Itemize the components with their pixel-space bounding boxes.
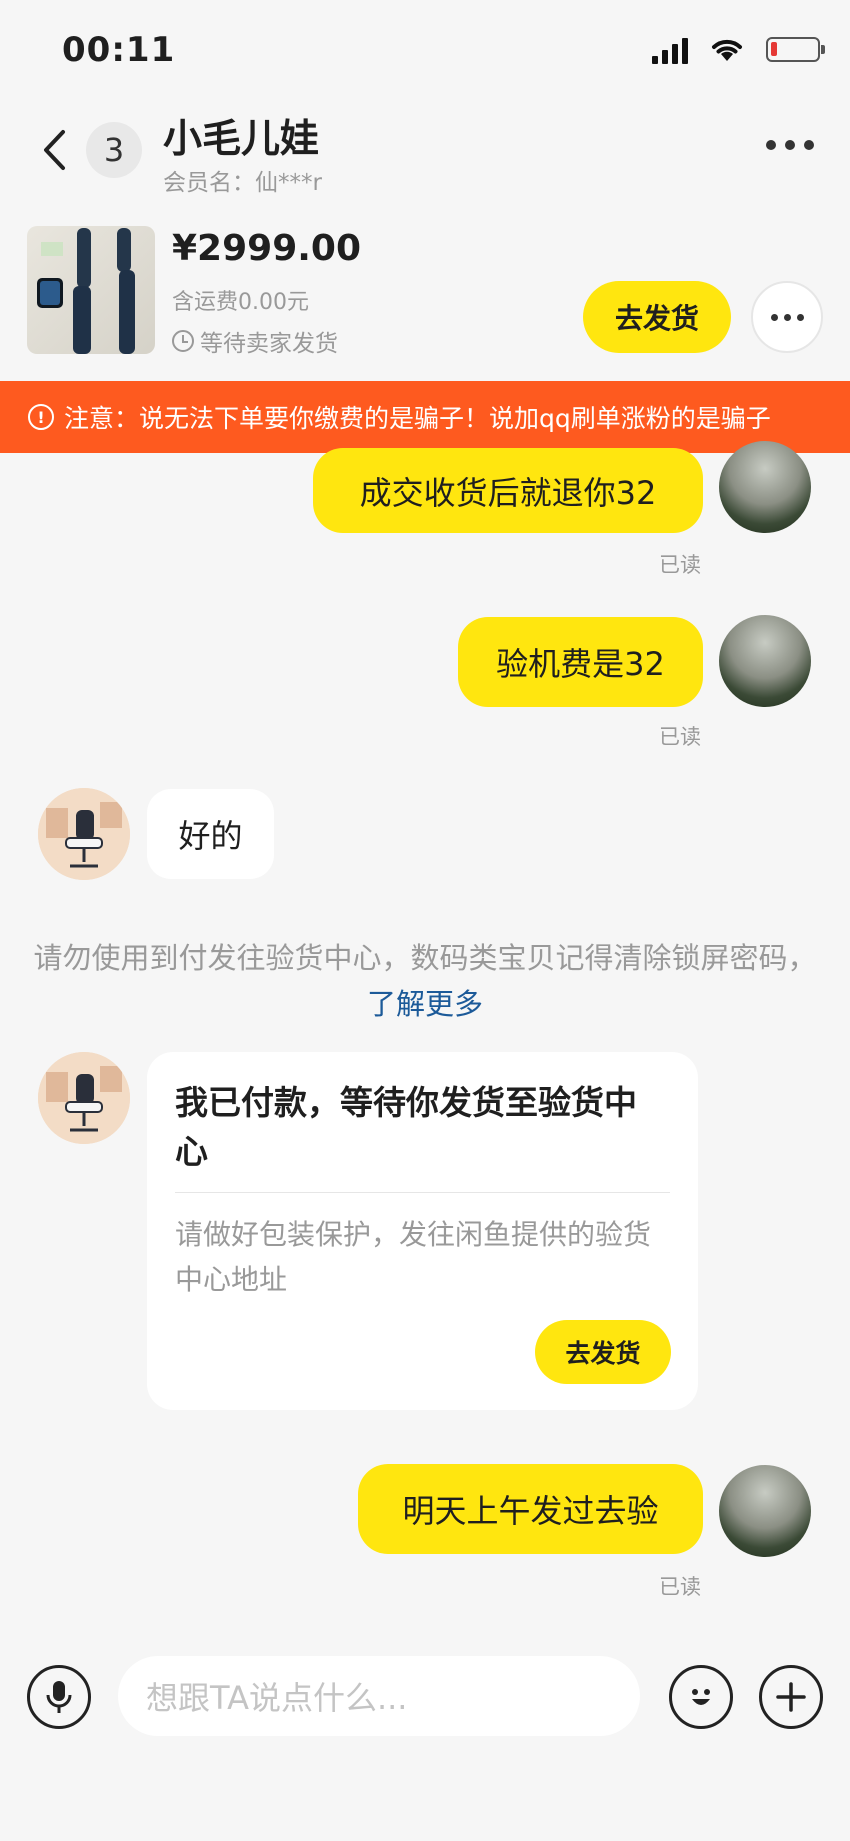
emoji-button[interactable] [669, 1665, 733, 1729]
peer-avatar[interactable] [38, 1052, 130, 1144]
warning-text: 注意：说无法下单要你缴费的是骗子！说加qq刷单涨粉的是骗子 [64, 404, 771, 433]
fraud-warning-banner: ! 注意：说无法下单要你缴费的是骗子！说加qq刷单涨粉的是骗子 [0, 381, 850, 453]
my-avatar[interactable] [719, 441, 811, 533]
status-time: 00:11 [62, 30, 176, 70]
ship-button[interactable]: 去发货 [583, 281, 731, 353]
system-notice: 请勿使用到付发往验货中心，数码类宝贝记得清除锁屏密码， 了解更多 [24, 935, 826, 1027]
my-avatar[interactable] [719, 1465, 811, 1557]
status-icons [652, 34, 825, 64]
payment-notice-card: 我已付款，等待你发货至验货中心 请做好包装保护，发往闲鱼提供的验货中心地址 去发… [147, 1052, 698, 1410]
clock-icon [172, 330, 194, 352]
message-input[interactable]: 想跟TA说点什么... [118, 1656, 640, 1736]
member-name: 会员名：仙***r [163, 170, 322, 196]
system-notice-text: 请勿使用到付发往验货中心，数码类宝贝记得清除锁屏密码， [33, 941, 817, 975]
emoji-icon [692, 1689, 710, 1705]
read-receipt: 已读 [659, 725, 701, 749]
cellular-signal-icon [652, 34, 688, 64]
read-receipt: 已读 [659, 1575, 701, 1599]
payment-card-description: 请做好包装保护，发往闲鱼提供的验货中心地址 [175, 1218, 652, 1296]
voice-input-button[interactable] [27, 1665, 91, 1729]
message-bubble-outgoing[interactable]: 明天上午发过去验 [358, 1464, 703, 1554]
warning-icon: ! [28, 404, 54, 430]
more-options-icon[interactable] [766, 140, 814, 150]
peer-name: 小毛儿娃 [163, 117, 320, 162]
item-thumbnail[interactable] [27, 226, 155, 354]
battery-icon [766, 36, 825, 62]
my-avatar[interactable] [719, 615, 811, 707]
card-ship-button[interactable]: 去发货 [535, 1320, 671, 1384]
back-arrow-icon[interactable] [34, 122, 74, 178]
peer-avatar[interactable] [38, 788, 130, 880]
payment-card-title: 我已付款，等待你发货至验货中心 [175, 1083, 637, 1171]
order-status-text: 等待卖家发货 [200, 331, 338, 357]
unread-count-badge[interactable]: 3 [86, 122, 142, 178]
wifi-icon [712, 39, 742, 61]
item-price: ¥2999.00 [172, 228, 362, 269]
card-divider [175, 1192, 670, 1193]
order-status: 等待卖家发货 [172, 324, 338, 358]
message-bubble-outgoing[interactable]: 验机费是32 [458, 617, 703, 707]
shipping-fee: 含运费0.00元 [172, 290, 309, 315]
item-more-button[interactable] [751, 281, 823, 353]
microphone-icon [46, 1681, 72, 1713]
message-bubble-outgoing[interactable]: 成交收货后就退你32 [313, 448, 703, 533]
more-actions-button[interactable] [759, 1665, 823, 1729]
plus-icon [776, 1682, 806, 1712]
read-receipt: 已读 [659, 553, 701, 577]
message-bubble-incoming[interactable]: 好的 [147, 789, 274, 879]
learn-more-link[interactable]: 了解更多 [367, 987, 483, 1021]
